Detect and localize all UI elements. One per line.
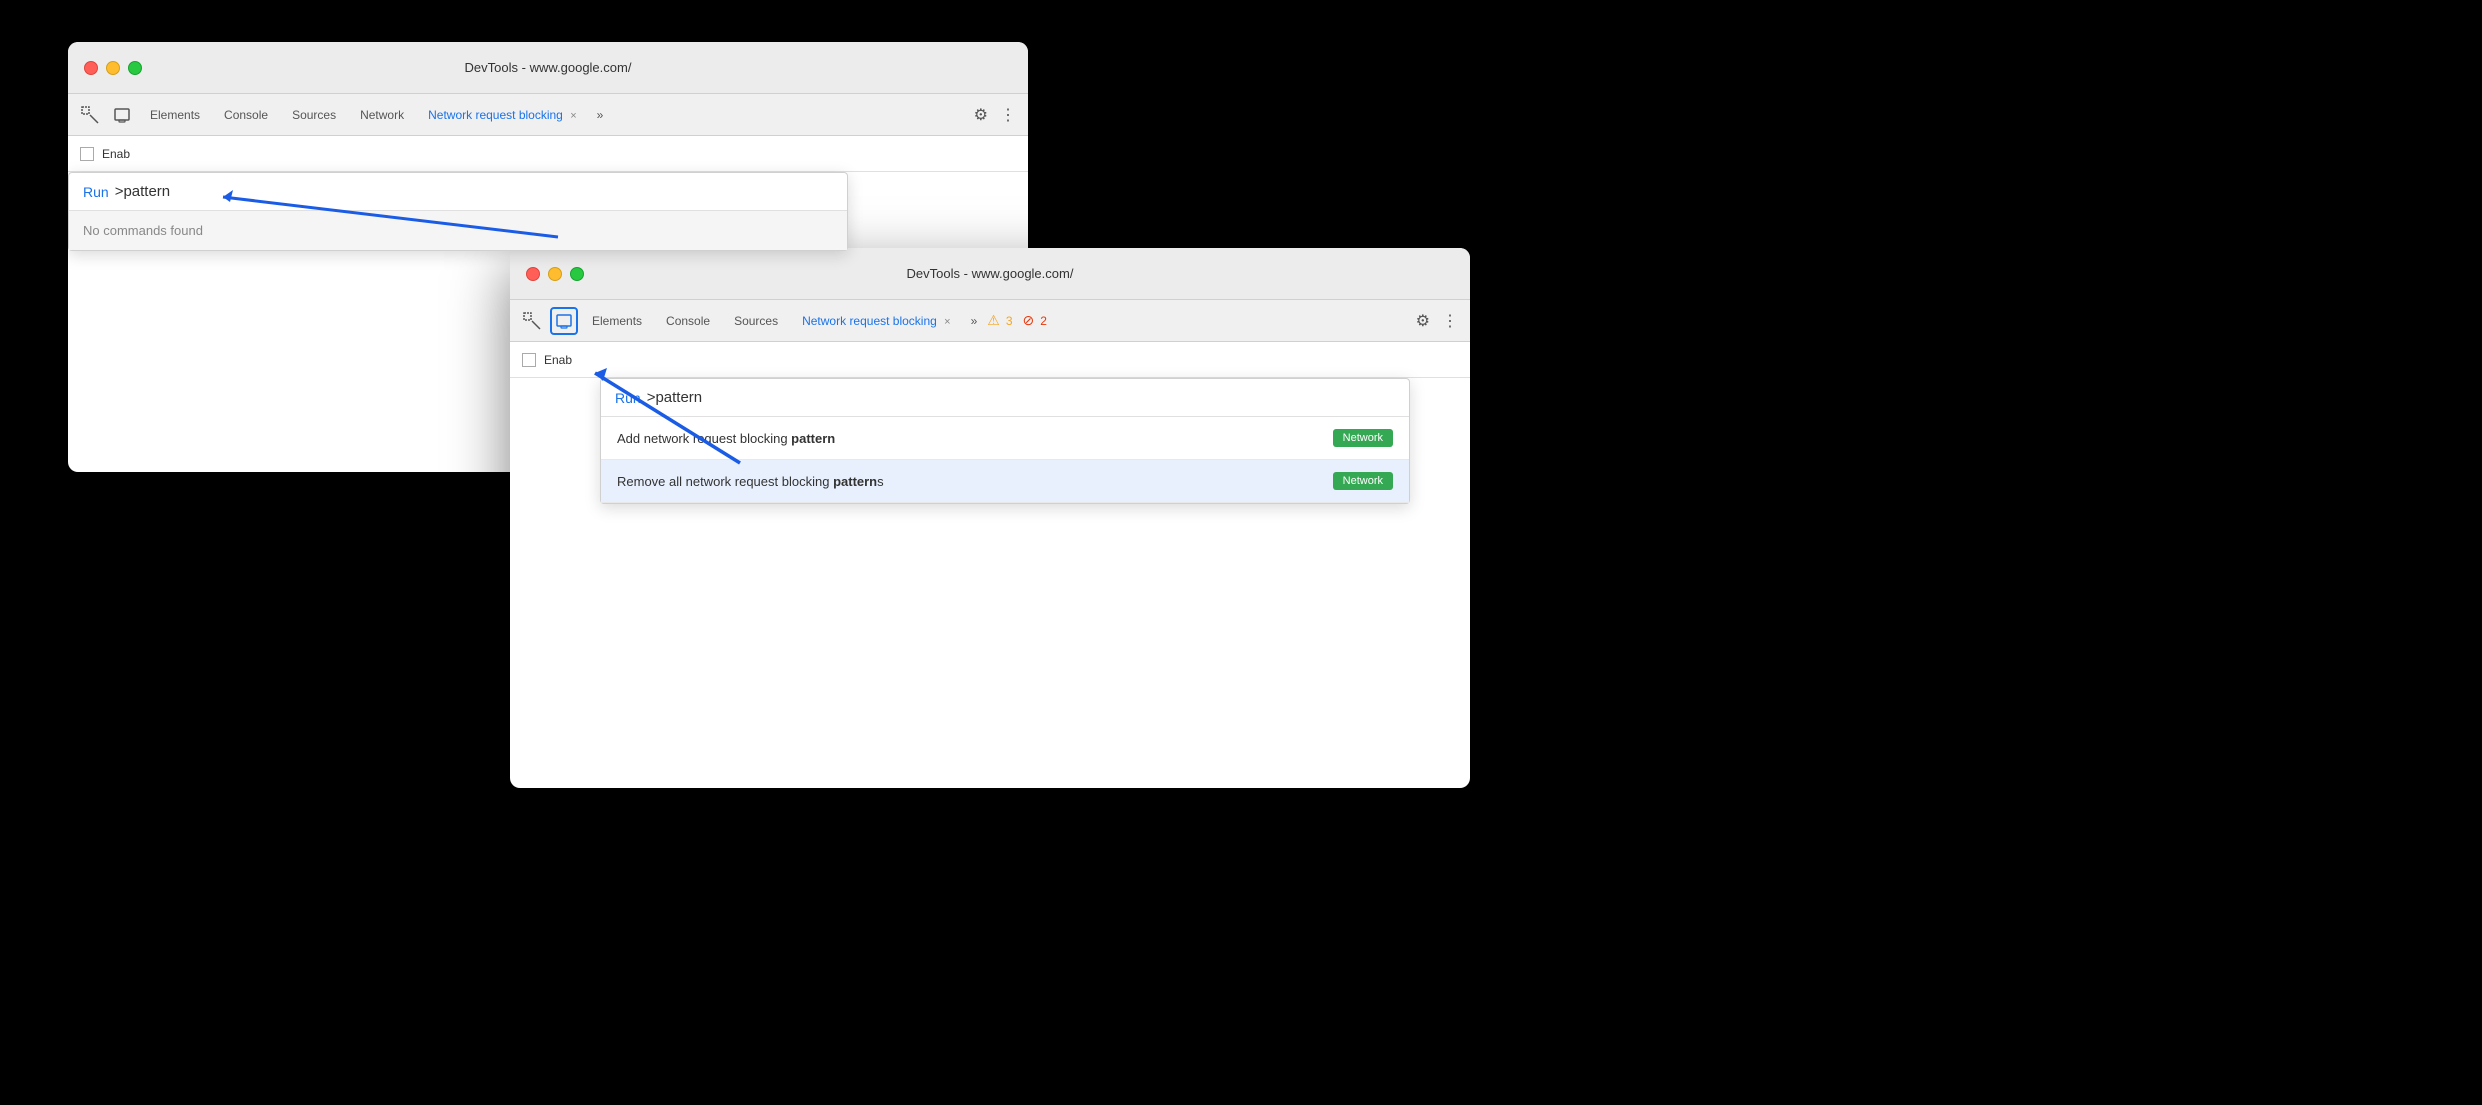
settings-icon-2[interactable]: ⚙ — [1412, 307, 1434, 335]
title-bar-1: DevTools - www.google.com/ — [68, 42, 1028, 94]
tab-sources-1[interactable]: Sources — [282, 104, 346, 126]
device-icon-1[interactable] — [108, 101, 136, 129]
tab-more-1[interactable]: » — [591, 104, 610, 126]
warning-count-2: 3 — [1006, 314, 1013, 328]
maximize-button-1[interactable] — [128, 61, 142, 75]
tab-network-blocking-1[interactable]: Network request blocking × — [418, 104, 587, 126]
window-title-2: DevTools - www.google.com/ — [907, 266, 1074, 281]
traffic-lights-2 — [526, 267, 584, 281]
close-button-1[interactable] — [84, 61, 98, 75]
toolbar-right-2: ⚠ 3 ⊘ 2 — [987, 312, 1047, 329]
enable-label-2: Enab — [544, 353, 572, 367]
error-count-2: 2 — [1040, 314, 1047, 328]
enable-checkbox-2[interactable] — [522, 353, 536, 367]
tab-close-icon-2[interactable]: × — [944, 316, 950, 328]
cp-run-label-2: Run — [615, 390, 641, 406]
cp-run-label-1: Run — [83, 184, 109, 200]
cp-pattern-text-1: >pattern — [115, 183, 170, 200]
toolbar-2: Elements Console Sources Network request… — [510, 300, 1470, 342]
warning-icon-2: ⚠ — [987, 312, 1000, 329]
devtools-window-2: DevTools - www.google.com/ Elements Cons… — [510, 248, 1470, 788]
command-palette-1: Run >pattern No commands found — [68, 172, 848, 251]
tab-elements-2[interactable]: Elements — [582, 310, 652, 332]
window-title-1: DevTools - www.google.com/ — [465, 60, 632, 75]
cp-input-row-1: Run >pattern — [69, 173, 847, 211]
cp-input-row-2[interactable]: Run >pattern — [601, 379, 1409, 417]
enable-row-1: Enab — [68, 136, 1028, 172]
tab-sources-2[interactable]: Sources — [724, 310, 788, 332]
tab-more-2[interactable]: » — [965, 310, 984, 332]
tab-network-blocking-2[interactable]: Network request blocking × — [792, 310, 961, 332]
tab-console-2[interactable]: Console — [656, 310, 720, 332]
toolbar-1: Elements Console Sources Network Network… — [68, 94, 1028, 136]
tab-close-icon-1[interactable]: × — [570, 110, 576, 122]
close-button-2[interactable] — [526, 267, 540, 281]
enable-label-1: Enab — [102, 147, 130, 161]
cp-result-text-1: Add network request blocking pattern — [617, 431, 1321, 446]
tab-elements-1[interactable]: Elements — [140, 104, 210, 126]
tab-console-1[interactable]: Console — [214, 104, 278, 126]
settings-icon-1[interactable]: ⚙ — [970, 101, 992, 129]
inspect-icon-2[interactable] — [518, 307, 546, 335]
cp-result-row-2[interactable]: Remove all network request blocking patt… — [601, 460, 1409, 503]
window2-content: Enab Run >pattern Add network request bl… — [510, 342, 1470, 378]
device-icon-2[interactable] — [550, 307, 578, 335]
cp-no-results-1: No commands found — [69, 211, 847, 250]
error-icon-2: ⊘ — [1023, 312, 1035, 329]
cp-result-row-1[interactable]: Add network request blocking pattern Net… — [601, 417, 1409, 460]
window1-content: Enab Run >pattern No commands found — [68, 136, 1028, 172]
cp-badge-2: Network — [1333, 472, 1393, 490]
cp-pattern-text-2: >pattern — [647, 389, 702, 406]
inspect-icon-1[interactable] — [76, 101, 104, 129]
minimize-button-2[interactable] — [548, 267, 562, 281]
more-options-icon-1[interactable]: ⋮ — [996, 101, 1020, 129]
maximize-button-2[interactable] — [570, 267, 584, 281]
cp-result-text-2: Remove all network request blocking patt… — [617, 474, 1321, 489]
minimize-button-1[interactable] — [106, 61, 120, 75]
cp-badge-1: Network — [1333, 429, 1393, 447]
tab-network-1[interactable]: Network — [350, 104, 414, 126]
more-options-icon-2[interactable]: ⋮ — [1438, 307, 1462, 335]
command-palette-2: Run >pattern Add network request blockin… — [600, 378, 1410, 504]
enable-row-2: Enab — [510, 342, 1470, 378]
traffic-lights-1 — [84, 61, 142, 75]
enable-checkbox-1[interactable] — [80, 147, 94, 161]
title-bar-2: DevTools - www.google.com/ — [510, 248, 1470, 300]
